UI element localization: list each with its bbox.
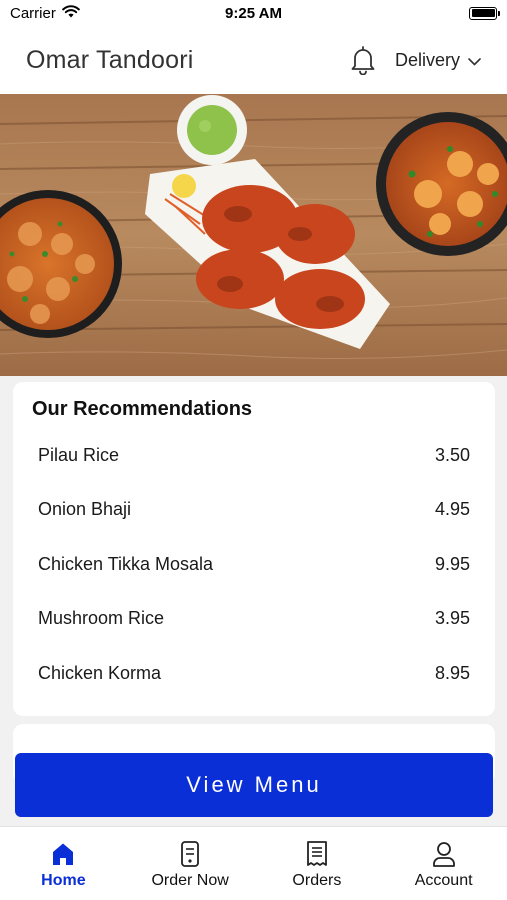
item-price: 3.50 — [434, 444, 470, 465]
item-price: 3.95 — [434, 608, 470, 629]
wifi-icon — [62, 4, 80, 22]
recommendation-item[interactable]: Chicken Korma 8.95 — [13, 646, 495, 701]
recommendation-item[interactable]: Mushroom Rice 3.95 — [13, 592, 495, 647]
order-icon — [176, 840, 204, 868]
home-icon — [49, 840, 77, 868]
status-left: Carrier — [10, 5, 80, 22]
view-menu-button[interactable]: View Menu — [15, 753, 493, 817]
chevron-down-icon — [468, 50, 481, 71]
tab-account-label: Account — [414, 871, 473, 889]
recommendations-title: Our Recommendations — [32, 398, 253, 420]
tab-order-now-label: Order Now — [151, 871, 229, 889]
hero-food-image — [0, 94, 507, 376]
recommendation-item[interactable]: Chicken Tikka Mosala 9.95 — [13, 537, 495, 592]
tab-order-now[interactable]: Order Now — [127, 827, 254, 900]
user-icon — [430, 840, 458, 868]
delivery-dropdown[interactable]: Delivery — [395, 50, 481, 71]
item-price: 8.95 — [434, 662, 470, 683]
item-name: Chicken Korma — [38, 662, 162, 683]
header-actions: Delivery — [349, 45, 481, 75]
status-bar: Carrier 9:25 AM — [0, 0, 507, 26]
app-header: Omar Tandoori Delivery — [0, 26, 507, 94]
status-time: 9:25 AM — [225, 4, 282, 22]
recommendation-item[interactable]: Onion Bhaji 4.95 — [13, 483, 495, 538]
bell-icon[interactable] — [349, 45, 377, 75]
delivery-label: Delivery — [394, 49, 460, 70]
item-name: Pilau Rice — [38, 444, 120, 465]
tab-orders-label: Orders — [292, 871, 342, 889]
recommendations-card: Our Recommendations Pilau Rice 3.50 Onio… — [13, 382, 495, 716]
receipt-icon — [303, 840, 331, 868]
item-name: Mushroom Rice — [38, 608, 165, 629]
item-name: Onion Bhaji — [38, 499, 132, 520]
carrier-label: Carrier — [10, 4, 56, 22]
tab-account[interactable]: Account — [380, 827, 507, 900]
item-price: 9.95 — [434, 553, 470, 574]
app-title: Omar Tandoori — [26, 45, 194, 74]
recommendation-item[interactable]: Pilau Rice 3.50 — [13, 428, 495, 483]
tab-home-label: Home — [41, 871, 86, 889]
battery-icon — [469, 6, 500, 20]
recommendations-list: Pilau Rice 3.50 Onion Bhaji 4.95 Chicken… — [13, 428, 495, 701]
tab-orders[interactable]: Orders — [254, 827, 381, 900]
item-price: 4.95 — [434, 499, 470, 520]
bottom-tab-bar: Home Order Now Orders Account — [0, 826, 507, 900]
tab-home[interactable]: Home — [0, 827, 127, 900]
item-name: Chicken Tikka Mosala — [38, 553, 214, 574]
